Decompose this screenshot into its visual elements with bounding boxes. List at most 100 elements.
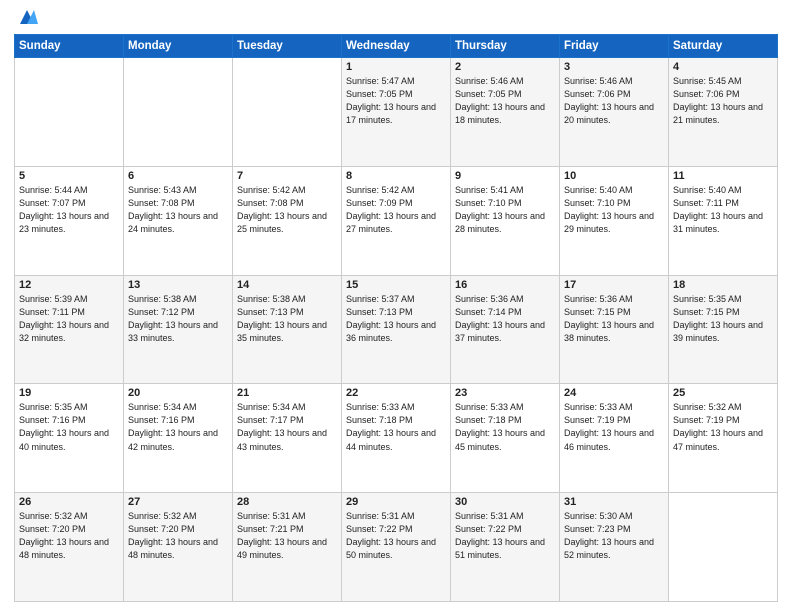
day-number: 25	[673, 387, 773, 399]
day-number: 4	[673, 61, 773, 73]
calendar-cell: 29 Sunrise: 5:31 AMSunset: 7:22 PMDayligh…	[342, 493, 451, 602]
logo-icon	[16, 6, 38, 28]
calendar-cell: 10Sunrise: 5:40 AMSunset: 7:10 PMDayligh…	[560, 166, 669, 275]
calendar-cell: 28 Sunrise: 5:31 AMSunset: 7:21 PMDayligh…	[233, 493, 342, 602]
day-number: 10	[564, 170, 664, 182]
calendar-cell: 25 Sunrise: 5:32 AMSunset: 7:19 PMDayligh…	[669, 384, 778, 493]
calendar-week-3: 19 Sunrise: 5:35 AMSunset: 7:16 PMDayligh…	[15, 384, 778, 493]
calendar-cell: 21 Sunrise: 5:34 AMSunset: 7:17 PMDayligh…	[233, 384, 342, 493]
day-number: 11	[673, 170, 773, 182]
day-number: 22	[346, 387, 446, 399]
day-number: 16	[455, 279, 555, 291]
calendar-week-1: 5Sunrise: 5:44 AMSunset: 7:07 PMDaylight…	[15, 166, 778, 275]
calendar-cell: 22 Sunrise: 5:33 AMSunset: 7:18 PMDayligh…	[342, 384, 451, 493]
day-info: Sunrise: 5:31 AMSunset: 7:21 PMDaylight:…	[237, 510, 337, 562]
calendar-header-sunday: Sunday	[15, 35, 124, 58]
calendar-cell: 15Sunrise: 5:37 AMSunset: 7:13 PMDayligh…	[342, 275, 451, 384]
calendar-cell	[124, 58, 233, 167]
day-number: 12	[19, 279, 119, 291]
day-info: Sunrise: 5:36 AMSunset: 7:15 PMDaylight:…	[564, 293, 664, 345]
calendar-header-tuesday: Tuesday	[233, 35, 342, 58]
day-info: Sunrise: 5:31 AMSunset: 7:22 PMDaylight:…	[455, 510, 555, 562]
calendar-week-2: 12 Sunrise: 5:39 AMSunset: 7:11 PMDayligh…	[15, 275, 778, 384]
day-info: Sunrise: 5:38 AMSunset: 7:13 PMDaylight:…	[237, 293, 337, 345]
calendar-cell: 19 Sunrise: 5:35 AMSunset: 7:16 PMDayligh…	[15, 384, 124, 493]
calendar-week-0: 1Sunrise: 5:47 AMSunset: 7:05 PMDaylight…	[15, 58, 778, 167]
day-info: Sunrise: 5:35 AMSunset: 7:15 PMDaylight:…	[673, 293, 773, 345]
day-number: 19	[19, 387, 119, 399]
day-info: Sunrise: 5:38 AMSunset: 7:12 PMDaylight:…	[128, 293, 228, 345]
day-number: 18	[673, 279, 773, 291]
calendar-cell: 20 Sunrise: 5:34 AMSunset: 7:16 PMDayligh…	[124, 384, 233, 493]
day-number: 24	[564, 387, 664, 399]
calendar-cell: 14 Sunrise: 5:38 AMSunset: 7:13 PMDayligh…	[233, 275, 342, 384]
day-info: Sunrise: 5:33 AMSunset: 7:18 PMDaylight:…	[455, 401, 555, 453]
calendar-cell: 6Sunrise: 5:43 AMSunset: 7:08 PMDaylight…	[124, 166, 233, 275]
day-info: Sunrise: 5:33 AMSunset: 7:19 PMDaylight:…	[564, 401, 664, 453]
calendar-cell: 11 Sunrise: 5:40 AMSunset: 7:11 PMDayligh…	[669, 166, 778, 275]
calendar-cell: 4 Sunrise: 5:45 AMSunset: 7:06 PMDaylight…	[669, 58, 778, 167]
calendar-cell: 9 Sunrise: 5:41 AMSunset: 7:10 PMDaylight…	[451, 166, 560, 275]
day-number: 21	[237, 387, 337, 399]
day-number: 31	[564, 496, 664, 508]
day-number: 14	[237, 279, 337, 291]
day-info: Sunrise: 5:34 AMSunset: 7:16 PMDaylight:…	[128, 401, 228, 453]
calendar-cell: 31Sunrise: 5:30 AMSunset: 7:23 PMDayligh…	[560, 493, 669, 602]
day-number: 29	[346, 496, 446, 508]
calendar-header-thursday: Thursday	[451, 35, 560, 58]
day-info: Sunrise: 5:36 AMSunset: 7:14 PMDaylight:…	[455, 293, 555, 345]
day-number: 7	[237, 170, 337, 182]
day-info: Sunrise: 5:45 AMSunset: 7:06 PMDaylight:…	[673, 75, 773, 127]
day-number: 5	[19, 170, 119, 182]
calendar-cell	[15, 58, 124, 167]
calendar-header-wednesday: Wednesday	[342, 35, 451, 58]
day-info: Sunrise: 5:37 AMSunset: 7:13 PMDaylight:…	[346, 293, 446, 345]
day-info: Sunrise: 5:46 AMSunset: 7:06 PMDaylight:…	[564, 75, 664, 127]
day-info: Sunrise: 5:31 AMSunset: 7:22 PMDaylight:…	[346, 510, 446, 562]
calendar-cell: 5Sunrise: 5:44 AMSunset: 7:07 PMDaylight…	[15, 166, 124, 275]
day-info: Sunrise: 5:32 AMSunset: 7:20 PMDaylight:…	[19, 510, 119, 562]
calendar-cell: 2Sunrise: 5:46 AMSunset: 7:05 PMDaylight…	[451, 58, 560, 167]
calendar-cell: 24 Sunrise: 5:33 AMSunset: 7:19 PMDayligh…	[560, 384, 669, 493]
calendar-cell: 13 Sunrise: 5:38 AMSunset: 7:12 PMDayligh…	[124, 275, 233, 384]
day-info: Sunrise: 5:34 AMSunset: 7:17 PMDaylight:…	[237, 401, 337, 453]
calendar-cell: 12 Sunrise: 5:39 AMSunset: 7:11 PMDayligh…	[15, 275, 124, 384]
calendar-cell: 1Sunrise: 5:47 AMSunset: 7:05 PMDaylight…	[342, 58, 451, 167]
calendar-week-4: 26 Sunrise: 5:32 AMSunset: 7:20 PMDayligh…	[15, 493, 778, 602]
day-number: 2	[455, 61, 555, 73]
day-info: Sunrise: 5:41 AMSunset: 7:10 PMDaylight:…	[455, 184, 555, 236]
header	[14, 10, 778, 28]
day-info: Sunrise: 5:32 AMSunset: 7:20 PMDaylight:…	[128, 510, 228, 562]
calendar-cell: 16 Sunrise: 5:36 AMSunset: 7:14 PMDayligh…	[451, 275, 560, 384]
calendar-cell: 27Sunrise: 5:32 AMSunset: 7:20 PMDayligh…	[124, 493, 233, 602]
day-number: 3	[564, 61, 664, 73]
calendar-header-row: SundayMondayTuesdayWednesdayThursdayFrid…	[15, 35, 778, 58]
day-number: 9	[455, 170, 555, 182]
day-number: 13	[128, 279, 228, 291]
day-info: Sunrise: 5:33 AMSunset: 7:18 PMDaylight:…	[346, 401, 446, 453]
day-number: 28	[237, 496, 337, 508]
calendar-cell	[669, 493, 778, 602]
calendar-cell: 17 Sunrise: 5:36 AMSunset: 7:15 PMDayligh…	[560, 275, 669, 384]
day-info: Sunrise: 5:39 AMSunset: 7:11 PMDaylight:…	[19, 293, 119, 345]
day-number: 17	[564, 279, 664, 291]
day-info: Sunrise: 5:35 AMSunset: 7:16 PMDaylight:…	[19, 401, 119, 453]
calendar-header-saturday: Saturday	[669, 35, 778, 58]
day-info: Sunrise: 5:32 AMSunset: 7:19 PMDaylight:…	[673, 401, 773, 453]
calendar-cell	[233, 58, 342, 167]
calendar-cell: 7 Sunrise: 5:42 AMSunset: 7:08 PMDaylight…	[233, 166, 342, 275]
page: SundayMondayTuesdayWednesdayThursdayFrid…	[0, 0, 792, 612]
logo	[14, 10, 38, 28]
day-info: Sunrise: 5:40 AMSunset: 7:11 PMDaylight:…	[673, 184, 773, 236]
day-number: 6	[128, 170, 228, 182]
calendar-cell: 8Sunrise: 5:42 AMSunset: 7:09 PMDaylight…	[342, 166, 451, 275]
day-number: 26	[19, 496, 119, 508]
calendar-cell: 26 Sunrise: 5:32 AMSunset: 7:20 PMDayligh…	[15, 493, 124, 602]
day-info: Sunrise: 5:42 AMSunset: 7:08 PMDaylight:…	[237, 184, 337, 236]
calendar: SundayMondayTuesdayWednesdayThursdayFrid…	[14, 34, 778, 602]
calendar-header-friday: Friday	[560, 35, 669, 58]
calendar-cell: 23Sunrise: 5:33 AMSunset: 7:18 PMDayligh…	[451, 384, 560, 493]
day-number: 20	[128, 387, 228, 399]
day-number: 8	[346, 170, 446, 182]
day-number: 1	[346, 61, 446, 73]
